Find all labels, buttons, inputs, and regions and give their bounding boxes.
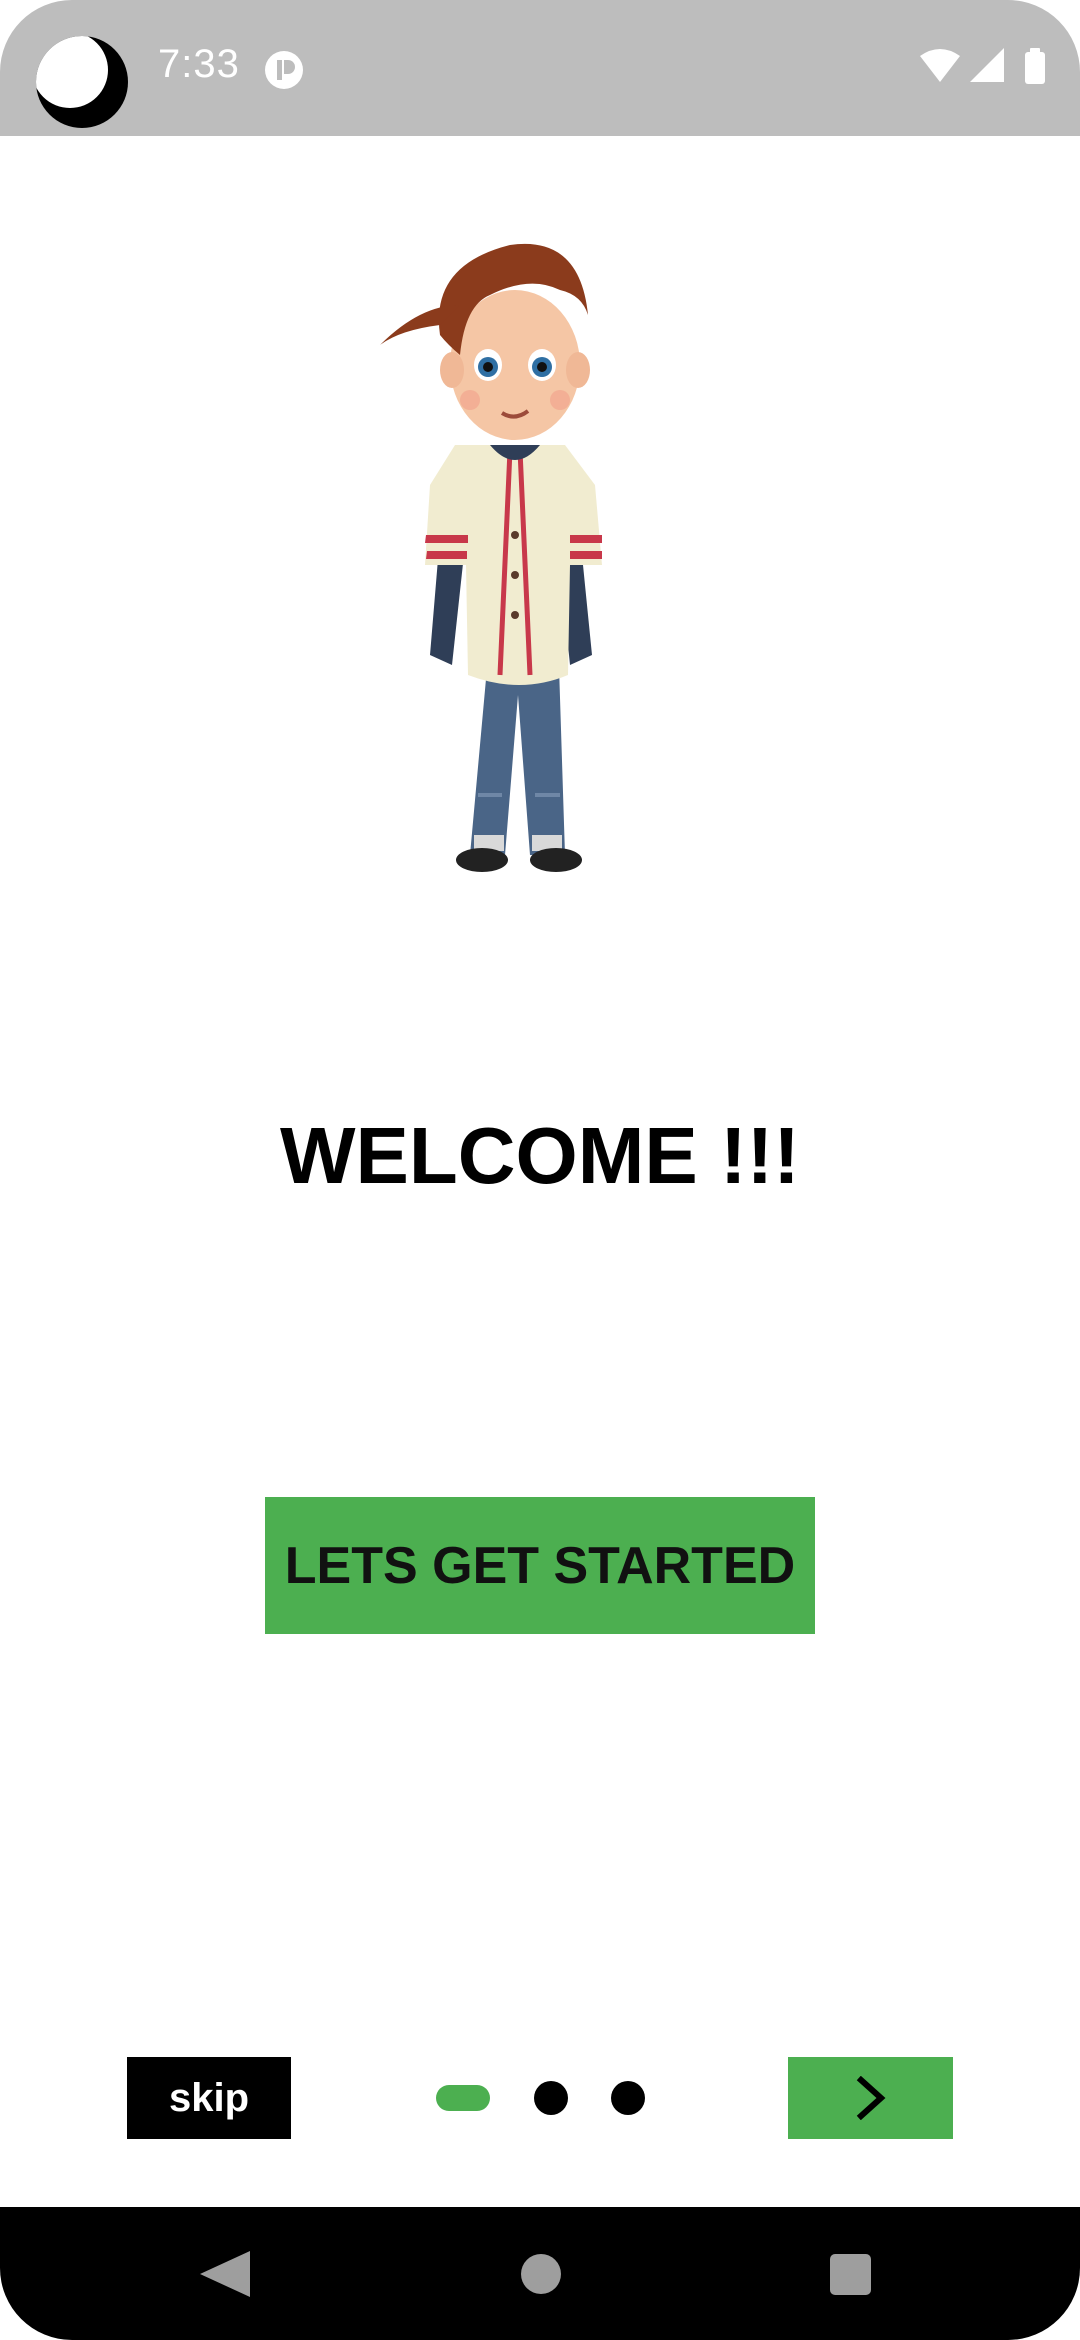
recents-icon[interactable] xyxy=(830,2254,871,2295)
chevron-right-icon xyxy=(856,2076,885,2120)
status-icons xyxy=(920,48,1045,84)
boy-character-illustration xyxy=(380,243,602,872)
skip-button[interactable]: skip xyxy=(127,2057,291,2139)
cellular-signal-icon xyxy=(970,48,1004,82)
battery-icon xyxy=(1025,48,1045,84)
moon-icon xyxy=(36,36,128,128)
page-indicator-dot xyxy=(611,2081,645,2115)
home-icon[interactable] xyxy=(521,2254,561,2294)
back-icon[interactable] xyxy=(200,2251,250,2297)
lets-get-started-button[interactable]: LETS GET STARTED xyxy=(265,1497,815,1634)
page-indicator-dot-active xyxy=(436,2085,490,2111)
status-bar: 7:33 xyxy=(0,0,1080,136)
welcome-title: WELCOME !!! xyxy=(280,1111,800,1200)
page-indicator-dot xyxy=(534,2081,568,2115)
next-button[interactable] xyxy=(788,2057,953,2139)
notification-app-icon xyxy=(265,51,303,89)
wifi-icon xyxy=(920,49,960,82)
status-time: 7:33 xyxy=(158,42,240,86)
